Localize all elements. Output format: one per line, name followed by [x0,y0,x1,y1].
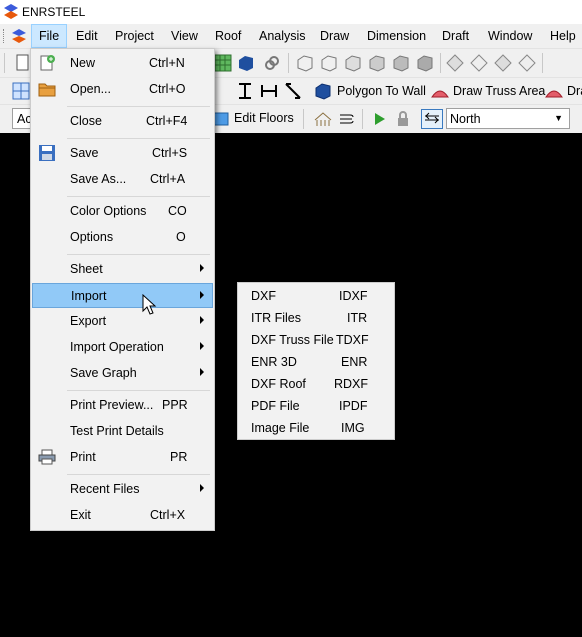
menu-edit[interactable]: Edit [69,24,105,48]
submenu-arrow-icon [200,316,204,324]
grid-icon[interactable] [12,82,30,100]
menu-separator [67,474,210,475]
toolbar-separator [440,53,441,73]
menu-item-exit[interactable]: Exit Ctrl+X [33,503,212,528]
app-menu-icon[interactable] [12,29,26,43]
menubar-grip[interactable] [3,29,7,43]
diamond-icon[interactable] [470,54,488,72]
submenu-arrow-icon [200,264,204,272]
wireframe-box-icon[interactable] [368,54,386,72]
toolbar-separator [288,53,289,73]
menu-separator [67,196,210,197]
solid-box-icon[interactable] [237,54,255,72]
truss-area-icon[interactable] [431,83,449,101]
submenu-arrow-icon [200,484,204,492]
grid-view-icon[interactable] [214,54,232,72]
toolbar-separator [362,109,363,129]
file-menu: New Ctrl+N Open... Ctrl+O Close Ctrl+F4 … [30,48,215,531]
menu-item-color-options[interactable]: Color Options CO [33,199,212,224]
menu-draft[interactable]: Draft [435,24,476,48]
wind-icon[interactable] [338,110,356,128]
save-disk-icon [39,145,55,161]
menu-item-recent-files[interactable]: Recent Files [33,477,212,502]
edit-floors-button[interactable]: Edit Floors [234,111,294,125]
submenu-item-enr-3d[interactable]: ENR 3D ENR [240,351,392,373]
menu-window[interactable]: Window [481,24,539,48]
submenu-item-dxf[interactable]: DXF IDXF [240,285,392,307]
app-logo-icon [4,4,18,19]
new-document-icon [40,55,55,71]
toolbar-grip[interactable] [4,53,5,73]
title-bar: ENRSTEEL [0,0,582,24]
menu-analysis[interactable]: Analysis [252,24,313,48]
submenu-arrow-icon [200,291,204,299]
polygon-to-wall-icon[interactable] [314,82,332,100]
chevron-down-icon: ▼ [554,113,563,123]
wireframe-box-icon[interactable] [296,54,314,72]
submenu-item-dxf-roof[interactable]: DXF Roof RDXF [240,373,392,395]
draw-truss-area-button[interactable]: Draw Truss Area [453,84,545,98]
diamond-icon[interactable] [494,54,512,72]
menu-item-import[interactable]: Import [32,283,213,308]
menu-item-save-graph[interactable]: Save Graph [33,361,212,386]
submenu-arrow-icon [200,368,204,376]
menu-item-import-operation[interactable]: Import Operation [33,335,212,360]
menu-item-close[interactable]: Close Ctrl+F4 [33,109,212,134]
menu-separator [67,254,210,255]
wireframe-box-icon[interactable] [320,54,338,72]
menu-separator [67,390,210,391]
menu-item-sheet[interactable]: Sheet [33,257,212,282]
menu-bar: File Edit Project View Roof Analysis Dra… [0,24,582,48]
beam-h-icon[interactable] [260,82,278,100]
menu-file[interactable]: File [31,24,68,48]
submenu-arrow-icon [200,342,204,350]
printer-icon [38,449,56,465]
mouse-cursor-icon [142,294,157,315]
window-title: ENRSTEEL [22,5,86,19]
menu-help[interactable]: Help [543,24,582,48]
menu-item-save-as[interactable]: Save As... Ctrl+A [33,167,212,192]
menu-item-options[interactable]: Options O [33,225,212,250]
menu-draw[interactable]: Draw [313,24,356,48]
toolbar-separator [303,109,304,129]
submenu-item-image-file[interactable]: Image File IMG [240,417,392,439]
menu-item-print[interactable]: Print PR [33,445,212,470]
diamond-icon[interactable] [518,54,536,72]
submenu-item-itr-files[interactable]: ITR Files ITR [240,307,392,329]
diagonal-brace-icon[interactable] [284,82,302,100]
menu-dimension[interactable]: Dimension [360,24,433,48]
import-submenu: DXF IDXF ITR Files ITR DXF Truss File TD… [237,282,395,440]
submenu-item-pdf-file[interactable]: PDF File IPDF [240,395,392,417]
menu-item-print-preview[interactable]: Print Preview... PPR [33,393,212,418]
menu-item-test-print-details[interactable]: Test Print Details [33,419,212,444]
submenu-item-dxf-truss-file[interactable]: DXF Truss File TDXF [240,329,392,351]
toolbar-separator [542,53,543,73]
menu-project[interactable]: Project [108,24,161,48]
menu-item-open[interactable]: Open... Ctrl+O [33,77,212,102]
wireframe-box-icon[interactable] [344,54,362,72]
polygon-to-wall-button[interactable]: Polygon To Wall [337,84,426,98]
play-icon[interactable] [370,110,388,128]
direction-select[interactable]: North ▼ [446,108,570,129]
truss-area-icon[interactable] [545,83,563,101]
menu-item-save[interactable]: Save Ctrl+S [33,141,212,166]
truss-lines-icon[interactable] [314,110,332,128]
direction-select-value: North [450,112,481,126]
menu-separator [67,106,210,107]
menu-separator [67,138,210,139]
diamond-icon[interactable] [446,54,464,72]
direction-filter-icon[interactable] [421,109,443,129]
beam-i-icon[interactable] [236,82,254,100]
lock-icon[interactable] [394,110,412,128]
draw-clipped-button[interactable]: Dra [567,84,582,98]
link-icon[interactable] [263,54,281,72]
menu-item-export[interactable]: Export [33,309,212,334]
menu-view[interactable]: View [164,24,205,48]
wireframe-box-icon[interactable] [416,54,434,72]
menu-roof[interactable]: Roof [208,24,248,48]
wireframe-box-icon[interactable] [392,54,410,72]
open-folder-icon [38,83,56,97]
menu-item-new[interactable]: New Ctrl+N [33,51,212,76]
